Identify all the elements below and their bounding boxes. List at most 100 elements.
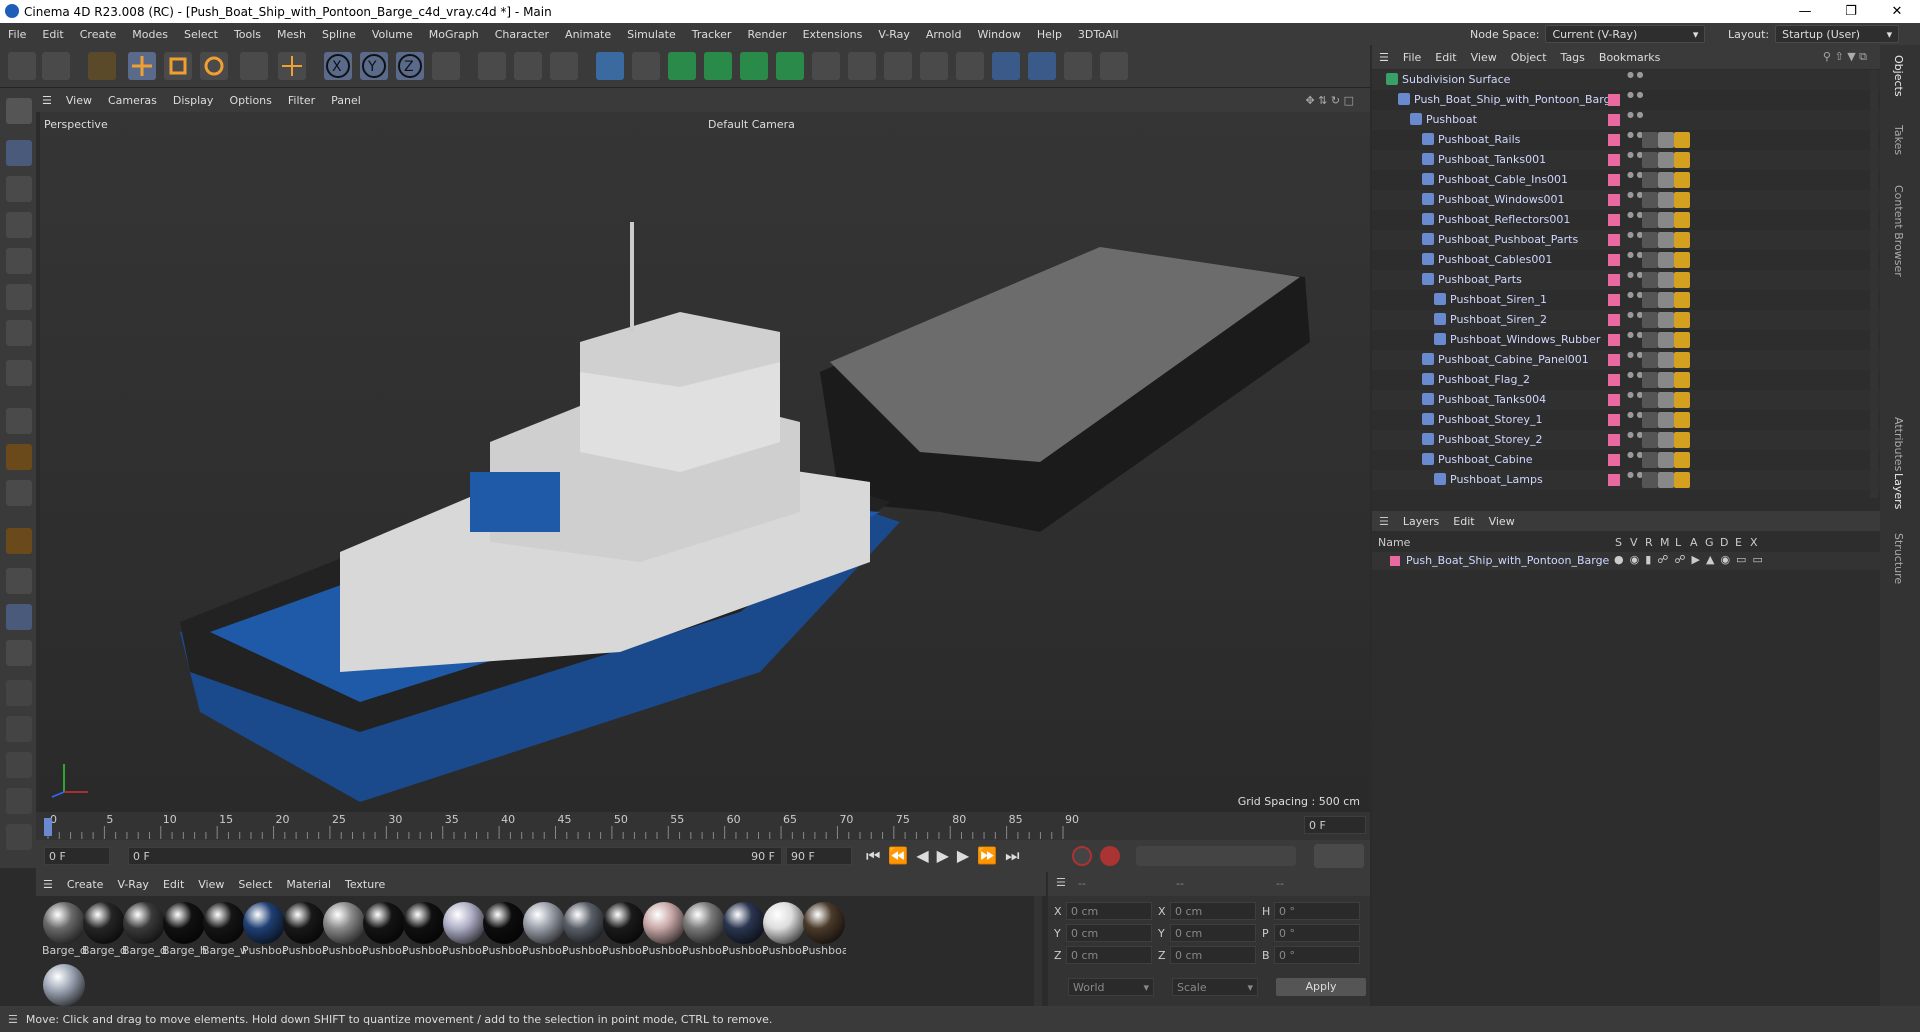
material-tag-icon[interactable] [1642, 352, 1658, 368]
menu-volume[interactable]: Volume [364, 28, 421, 41]
texture-tag-icon[interactable] [1658, 172, 1674, 188]
z-axis-lock-icon[interactable]: Z [396, 52, 424, 80]
position-field[interactable]: 0 cm [1066, 924, 1152, 942]
material-swatch[interactable]: Pushboa [442, 902, 486, 957]
layer-color-swatch[interactable] [1608, 174, 1620, 186]
knife-icon[interactable] [6, 788, 32, 814]
material-tag-icon[interactable] [1642, 132, 1658, 148]
viewport-menu-display[interactable]: Display [165, 94, 222, 107]
camera-label[interactable]: Default Camera [708, 118, 795, 131]
menu-window[interactable]: Window [969, 28, 1028, 41]
apply-button[interactable]: Apply [1276, 978, 1366, 996]
frame-field-right[interactable]: 0 F [1304, 816, 1366, 834]
material-tag-icon[interactable] [1642, 172, 1658, 188]
material-swatch[interactable]: Pushboa [722, 902, 766, 957]
layer-toggle-icons[interactable]: ●◉▮☍☍▶▲◉▭▭ [1614, 553, 1769, 566]
material-swatch[interactable]: Pushboa [602, 902, 646, 957]
menu-extensions[interactable]: Extensions [795, 28, 871, 41]
layer-color-swatch[interactable] [1608, 254, 1620, 266]
texture-tag-icon[interactable] [1658, 292, 1674, 308]
object-row[interactable]: Pushboat_Siren_2 ● ● [1372, 310, 1880, 330]
material-tag-icon[interactable] [1642, 252, 1658, 268]
brush-icon[interactable] [6, 716, 32, 742]
object-name[interactable]: Pushboat_Rails [1438, 133, 1520, 146]
side-tab-objects[interactable]: Objects [1892, 55, 1905, 97]
layer-color-swatch[interactable] [1390, 556, 1400, 566]
autokey-icon[interactable] [1100, 846, 1120, 866]
object-name[interactable]: Pushboat_Storey_1 [1438, 413, 1542, 426]
material-tag-icon[interactable] [1642, 432, 1658, 448]
timeline-layout-icon[interactable] [1314, 844, 1364, 868]
x-axis-lock-icon[interactable]: X [324, 52, 352, 80]
obj-menu-view[interactable]: View [1464, 51, 1504, 64]
render-settings-icon[interactable] [550, 52, 578, 80]
field-icon[interactable] [848, 52, 876, 80]
size-field[interactable]: 0 cm [1170, 902, 1256, 920]
object-row[interactable]: Pushboat_Storey_1 ● ● [1372, 410, 1880, 430]
mograph-icon[interactable] [776, 52, 804, 80]
layer-color-swatch[interactable] [1608, 414, 1620, 426]
material-scrollbar[interactable] [1034, 896, 1042, 1006]
sculpt-icon[interactable] [6, 752, 32, 778]
layer-color-swatch[interactable] [1608, 354, 1620, 366]
mat-menu-edit[interactable]: Edit [156, 878, 191, 891]
layer-menu-view[interactable]: View [1482, 515, 1522, 528]
material-swatch[interactable]: Barge_hu [162, 902, 206, 957]
settings-gear-icon[interactable] [1064, 52, 1092, 80]
undo-icon[interactable] [8, 52, 36, 80]
rotation-field[interactable]: 0 ° [1274, 924, 1360, 942]
vray-tag-icon[interactable] [1674, 432, 1690, 448]
viewport-nav-icons[interactable]: ✥ ⇅ ↻ □ [1297, 94, 1362, 107]
rotate-tool-icon[interactable] [200, 52, 228, 80]
object-name[interactable]: Pushboat_Windows_Rubber [1450, 333, 1600, 346]
menu-arnold[interactable]: Arnold [918, 28, 970, 41]
snap-settings-icon[interactable] [6, 444, 32, 470]
object-row[interactable]: Pushboat ● ● [1372, 110, 1880, 130]
hamburger-icon[interactable]: ☰ [36, 94, 58, 107]
object-row[interactable]: Push_Boat_Ship_with_Pontoon_Barge ● ● [1372, 90, 1880, 110]
vray-tag-icon[interactable] [1674, 172, 1690, 188]
object-row[interactable]: Pushboat_Siren_1 ● ● [1372, 290, 1880, 310]
object-name[interactable]: Pushboat_Cabine_Panel001 [1438, 353, 1589, 366]
texture-tag-icon[interactable] [1658, 212, 1674, 228]
key-mode-icons[interactable] [1136, 846, 1296, 866]
menu-select[interactable]: Select [176, 28, 226, 41]
object-name[interactable]: Pushboat_Siren_1 [1450, 293, 1547, 306]
live-selection-icon[interactable] [88, 52, 116, 80]
object-row[interactable]: Pushboat_Parts ● ● [1372, 270, 1880, 290]
material-swatch[interactable]: Pushboa [642, 902, 686, 957]
material-tag-icon[interactable] [1642, 312, 1658, 328]
menu-render[interactable]: Render [739, 28, 794, 41]
mat-menu-material[interactable]: Material [279, 878, 338, 891]
magnet-icon[interactable] [6, 824, 32, 850]
material-swatch[interactable]: Pushboa [762, 902, 806, 957]
viewport-menu-panel[interactable]: Panel [323, 94, 369, 107]
record-icon[interactable] [1072, 846, 1092, 866]
object-name[interactable]: Pushboat_Cables001 [1438, 253, 1552, 266]
side-tab-layers[interactable]: Layers [1892, 473, 1905, 509]
maximize-icon[interactable]: ❐ [1828, 4, 1874, 19]
material-swatch[interactable]: Pushboa [562, 902, 606, 957]
recent-tools-icon[interactable] [240, 52, 268, 80]
object-name[interactable]: Pushboat_Storey_2 [1438, 433, 1542, 446]
texture-tag-icon[interactable] [1658, 232, 1674, 248]
obj-menu-object[interactable]: Object [1504, 51, 1554, 64]
vray-tag-icon[interactable] [1674, 392, 1690, 408]
layer-row[interactable]: Push_Boat_Ship_with_Pontoon_Barge ●◉▮☍☍▶… [1372, 552, 1880, 570]
texture-tag-icon[interactable] [1658, 272, 1674, 288]
vray-tag-icon[interactable] [1674, 412, 1690, 428]
rotation-field[interactable]: 0 ° [1274, 946, 1360, 964]
transform-tool-icon[interactable] [278, 52, 306, 80]
object-row[interactable]: Pushboat_Cable_Ins001 ● ● [1372, 170, 1880, 190]
position-field[interactable]: 0 cm [1066, 902, 1152, 920]
transport-controls[interactable]: ⏮⏪◀▶▶⏩⏭ [866, 846, 1028, 866]
side-tab-content-browser[interactable]: Content Browser [1892, 185, 1905, 277]
mat-menu-texture[interactable]: Texture [338, 878, 392, 891]
menu-3dtoall[interactable]: 3DToAll [1070, 28, 1127, 41]
hamburger-icon[interactable]: ☰ [36, 878, 60, 891]
menu-spline[interactable]: Spline [314, 28, 364, 41]
obj-menu-tags[interactable]: Tags [1554, 51, 1592, 64]
vray-tag-icon[interactable] [1674, 212, 1690, 228]
texture-tag-icon[interactable] [1658, 452, 1674, 468]
python-script-icon[interactable] [1028, 52, 1056, 80]
